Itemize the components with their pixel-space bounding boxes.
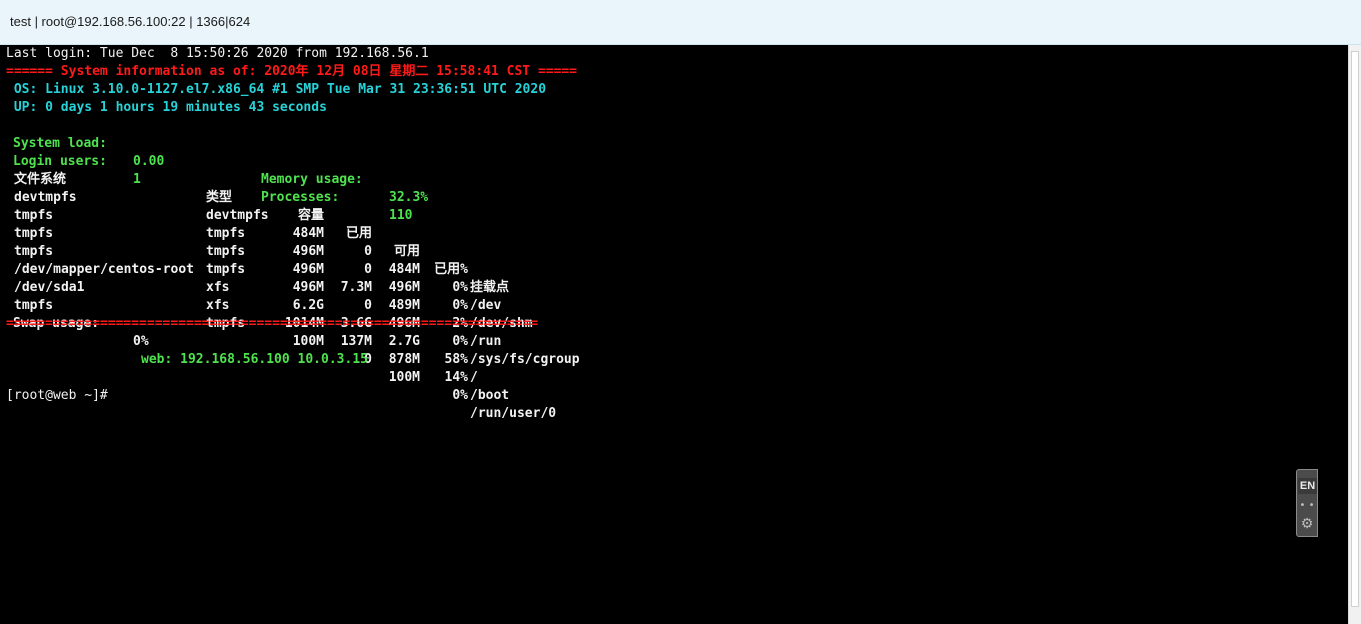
web-address-line: web: 192.168.56.100 10.0.3.15: [141, 352, 368, 367]
disk-cell-avail: 489M: [388, 298, 420, 313]
window-titlebar: test | root@192.168.56.100:22 | 1366|624: [0, 0, 1361, 45]
disk-row: devtmpfs devtmpfs 484M 0 484M 0% /dev: [6, 171, 646, 313]
terminal-screen[interactable]: Last login: Tue Dec 8 15:50:26 2020 from…: [0, 45, 1348, 624]
window-title: test | root@192.168.56.100:22 | 1366|624: [10, 14, 251, 29]
disk-table-header: 文件系统 类型 容量 已用 可用 已用% 挂载点: [6, 153, 646, 295]
disk-cell-avail: 100M: [388, 370, 420, 385]
disk-cell-avail: 878M: [388, 352, 420, 367]
disk-cell-use-pct: 0%: [452, 298, 468, 313]
ime-language-label[interactable]: EN: [1298, 478, 1317, 494]
sysinfo-footer: ========================================…: [6, 316, 539, 331]
disk-cell-mount: /boot: [470, 388, 510, 403]
disk-cell-mount: /run/user/0: [470, 406, 557, 421]
os-line: OS: Linux 3.10.0-1127.el7.x86_64 #1 SMP …: [6, 82, 547, 97]
disk-row: tmpfs tmpfs 496M 0 496M 0% /dev/shm: [6, 189, 646, 331]
uptime-line: UP: 0 days 1 hours 19 minutes 43 seconds: [6, 100, 327, 115]
disk-cell-mount: /sys/fs/cgroup: [470, 352, 580, 367]
last-login-line: Last login: Tue Dec 8 15:50:26 2020 from…: [6, 46, 429, 61]
disk-cell-avail: 2.7G: [388, 334, 420, 349]
disk-row: tmpfs tmpfs 100M 0 100M 0% /run/user/0: [6, 279, 646, 421]
stats-row-1: System load: 0.00 Memory usage: 32.3%: [0, 117, 600, 205]
terminal-scrollbar[interactable]: [1348, 45, 1361, 624]
dots-icon[interactable]: • •: [1297, 500, 1317, 511]
disk-cell-use-pct: 58%: [444, 352, 468, 367]
disk-row: /dev/sda1 xfs 1014M 137M 878M 14% /boot: [6, 261, 646, 403]
disk-cell-used: 0: [364, 298, 372, 313]
disk-cell-use-pct: 14%: [444, 370, 468, 385]
gear-icon[interactable]: ⚙: [1297, 516, 1317, 532]
disk-cell-mount: /run: [470, 334, 502, 349]
disk-row: tmpfs tmpfs 496M 7.3M 489M 2% /run: [6, 207, 646, 349]
disk-row: tmpfs tmpfs 496M 0 496M 0% /sys/fs/cgrou…: [6, 225, 646, 367]
disk-cell-use-pct: 0%: [452, 334, 468, 349]
disk-cell-size: 100M: [292, 334, 324, 349]
disk-cell-mount: /: [470, 370, 478, 385]
sysinfo-header: ====== System information as of: 2020年 1…: [6, 64, 578, 79]
swap-usage-row: Swap usage: 0%: [0, 297, 300, 349]
scrollbar-thumb[interactable]: [1351, 51, 1359, 607]
ime-indicator[interactable]: EN • • ⚙: [1296, 469, 1318, 537]
stats-row-2: Login users: 1 Processes: 110: [0, 135, 600, 223]
disk-cell-use-pct: 0%: [452, 388, 468, 403]
swap-usage-value: 0%: [133, 334, 149, 349]
shell-prompt[interactable]: [root@web ~]#: [6, 387, 108, 405]
disk-cell-used: 137M: [340, 334, 372, 349]
disk-cell-mount: /dev: [470, 298, 502, 313]
disk-row: /dev/mapper/centos-root xfs 6.2G 3.6G 2.…: [6, 243, 646, 385]
